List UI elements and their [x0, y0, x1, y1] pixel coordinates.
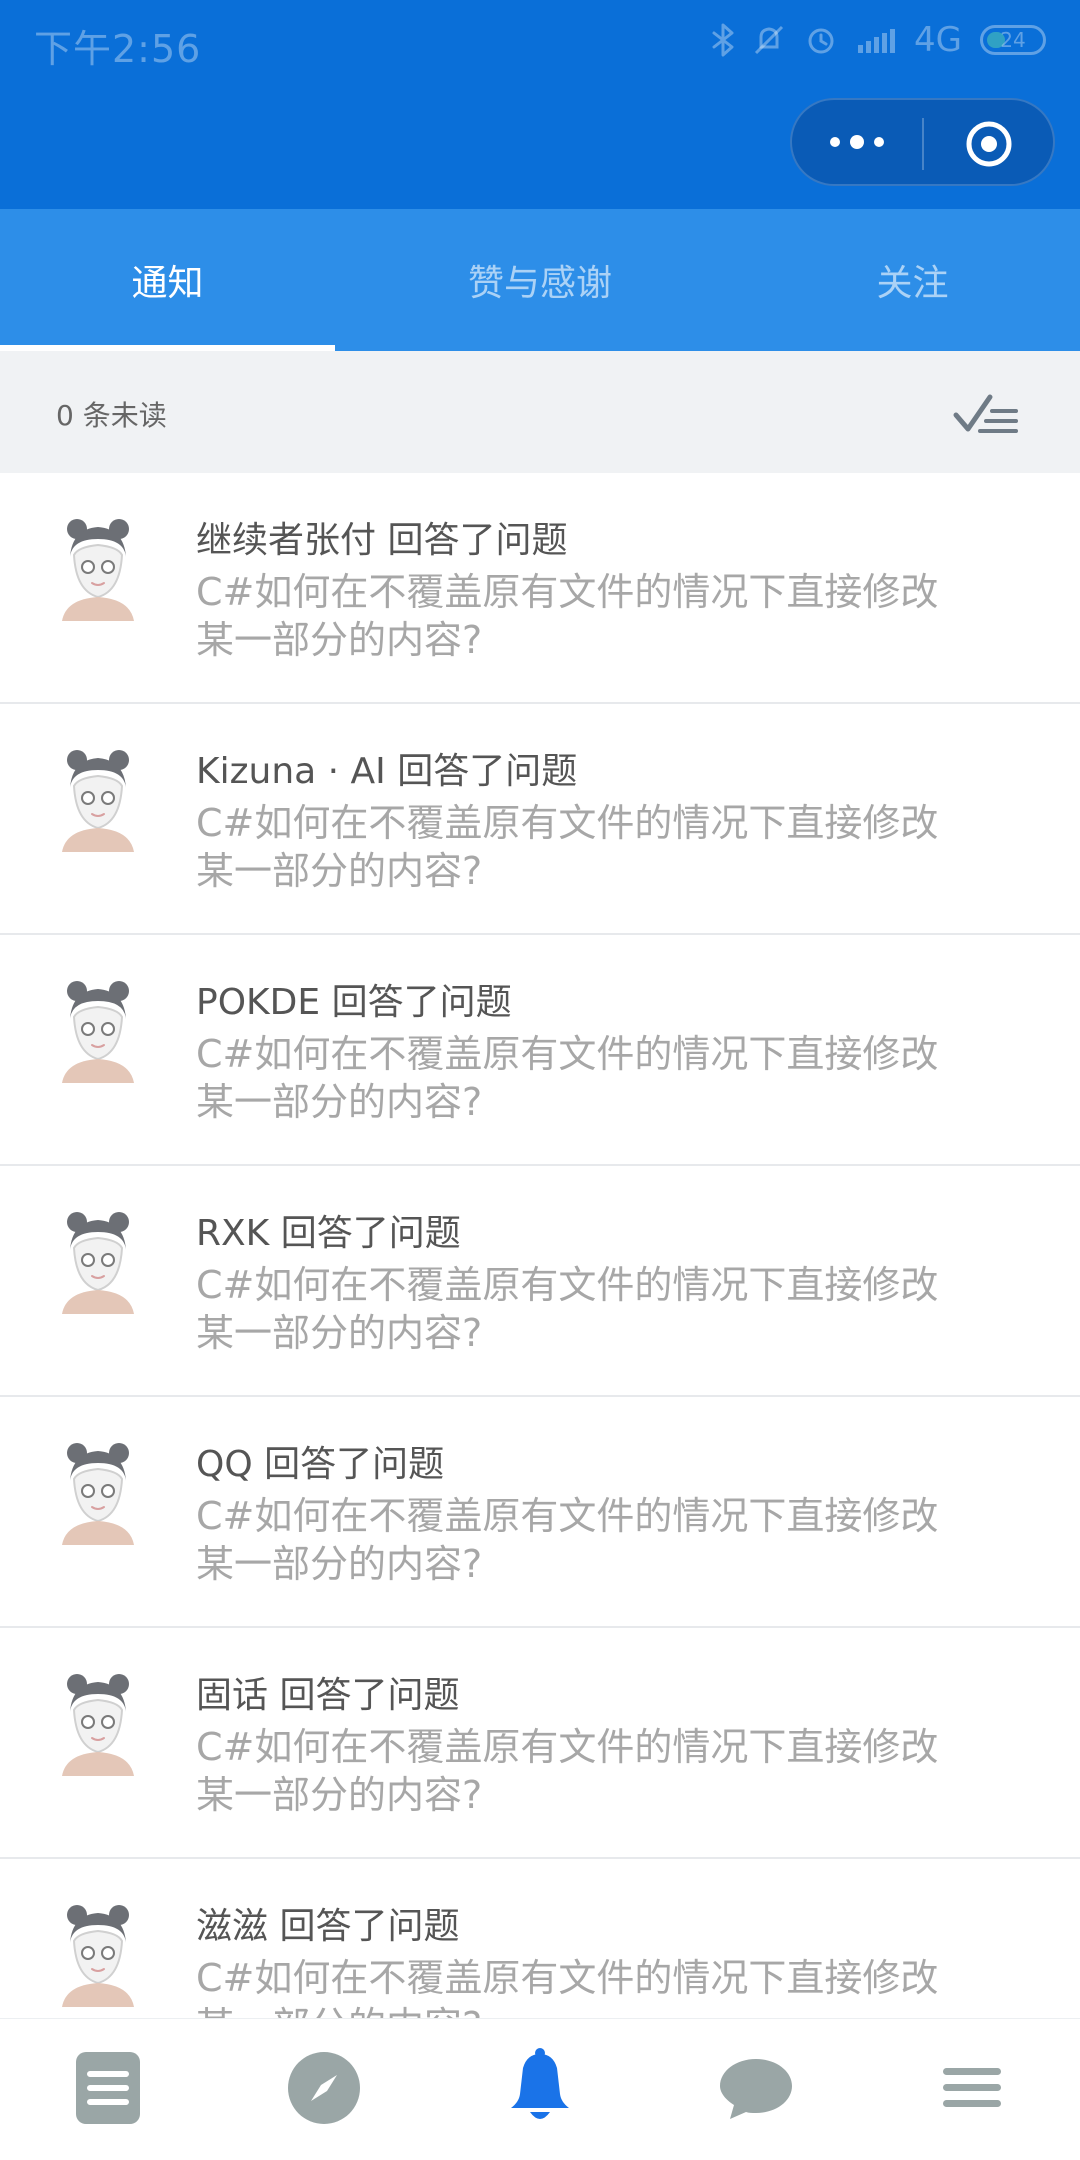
- notification-title: Kizuna · AI 回答了问题: [196, 751, 578, 792]
- nav-menu[interactable]: [864, 2019, 1080, 2160]
- capsule-divider: [922, 118, 924, 170]
- alarm-icon: [804, 23, 838, 57]
- notification-title: 固话 回答了问题: [196, 1675, 460, 1716]
- mute-icon: [752, 23, 786, 57]
- avatar[interactable]: [52, 742, 144, 852]
- notification-title: RXK 回答了问题: [196, 1213, 461, 1254]
- battery-indicator: 24: [980, 25, 1046, 55]
- status-time: 下午2:56: [34, 27, 202, 71]
- nav-messages[interactable]: [648, 2019, 864, 2160]
- notification-item[interactable]: POKDE 回答了问题 C#如何在不覆盖原有文件的情况下直接修改某一部分的内容?: [0, 935, 1080, 1166]
- bottom-navigation: [0, 2018, 1080, 2160]
- notification-snippet: C#如何在不覆盖原有文件的情况下直接修改某一部分的内容?: [196, 1494, 939, 1586]
- bluetooth-icon: [712, 23, 734, 57]
- avatar[interactable]: [52, 1204, 144, 1314]
- signal-icon: [856, 25, 896, 55]
- compass-icon: [285, 2049, 363, 2131]
- notification-title: QQ 回答了问题: [196, 1444, 445, 1485]
- notification-title: POKDE 回答了问题: [196, 982, 512, 1023]
- notification-item[interactable]: 继续者张付 回答了问题 C#如何在不覆盖原有文件的情况下直接修改某一部分的内容?: [0, 473, 1080, 704]
- notification-snippet: C#如何在不覆盖原有文件的情况下直接修改某一部分的内容?: [196, 1263, 939, 1355]
- avatar[interactable]: [52, 1435, 144, 1545]
- notification-snippet: C#如何在不覆盖原有文件的情况下直接修改某一部分的内容?: [196, 1725, 939, 1817]
- tab-label: 赞与感谢: [467, 263, 612, 304]
- tab-label: 通知: [131, 263, 204, 304]
- tab-follow[interactable]: 关注: [745, 209, 1080, 351]
- header-bar: 下午2:56 4G 24: [0, 0, 1080, 209]
- battery-level: 24: [1000, 28, 1026, 52]
- tab-bar: 通知 赞与感谢 关注: [0, 209, 1080, 351]
- list-icon: [73, 2049, 143, 2131]
- network-type: 4G: [914, 20, 962, 60]
- screen: 下午2:56 4G 24 通知 赞与感谢 关注 0 条未读 继续者张付 回答了问…: [0, 0, 1080, 2160]
- notification-title: 滋滋 回答了问题: [196, 1906, 460, 1947]
- notification-title: 继续者张付 回答了问题: [196, 520, 568, 561]
- notification-list: 继续者张付 回答了问题 C#如何在不覆盖原有文件的情况下直接修改某一部分的内容?…: [0, 473, 1080, 2090]
- notification-snippet: C#如何在不覆盖原有文件的情况下直接修改某一部分的内容?: [196, 570, 939, 662]
- notification-item[interactable]: 固话 回答了问题 C#如何在不覆盖原有文件的情况下直接修改某一部分的内容?: [0, 1628, 1080, 1859]
- notification-item[interactable]: Kizuna · AI 回答了问题 C#如何在不覆盖原有文件的情况下直接修改某一…: [0, 704, 1080, 935]
- avatar[interactable]: [52, 973, 144, 1083]
- unread-bar: 0 条未读: [0, 351, 1080, 473]
- unread-count: 0 条未读: [56, 399, 167, 432]
- nav-notifications[interactable]: [432, 2019, 648, 2160]
- notification-item[interactable]: QQ 回答了问题 C#如何在不覆盖原有文件的情况下直接修改某一部分的内容?: [0, 1397, 1080, 1628]
- avatar[interactable]: [52, 1666, 144, 1776]
- tab-label: 关注: [876, 263, 949, 304]
- avatar[interactable]: [52, 1897, 144, 2007]
- avatar[interactable]: [52, 511, 144, 621]
- status-icons: 4G 24: [712, 18, 1046, 62]
- menu-icon: [937, 2058, 1007, 2122]
- mini-program-capsule: [790, 98, 1055, 186]
- notification-snippet: C#如何在不覆盖原有文件的情况下直接修改某一部分的内容?: [196, 801, 939, 893]
- mark-all-read-icon[interactable]: [952, 387, 1020, 439]
- chat-icon: [716, 2053, 796, 2127]
- tab-likes-thanks[interactable]: 赞与感谢: [335, 209, 745, 351]
- notification-item[interactable]: RXK 回答了问题 C#如何在不覆盖原有文件的情况下直接修改某一部分的内容?: [0, 1166, 1080, 1397]
- bell-icon: [505, 2048, 575, 2132]
- notification-snippet: C#如何在不覆盖原有文件的情况下直接修改某一部分的内容?: [196, 1032, 939, 1124]
- nav-list[interactable]: [0, 2019, 216, 2160]
- more-dots-icon[interactable]: [830, 135, 884, 149]
- target-icon[interactable]: [964, 119, 1014, 169]
- tab-notifications[interactable]: 通知: [0, 209, 335, 351]
- nav-explore[interactable]: [216, 2019, 432, 2160]
